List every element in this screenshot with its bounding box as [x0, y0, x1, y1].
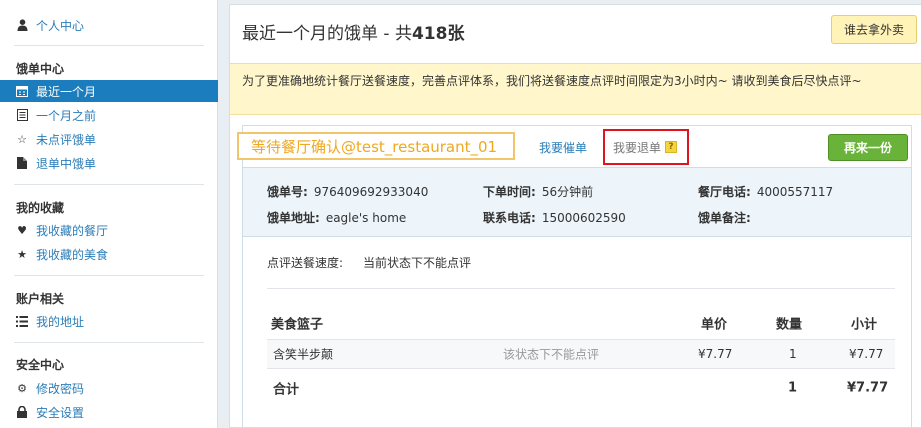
order-info: 饿单号: 976409692933040 下单时间: 56分钟前 餐厅电话: 4000… — [243, 167, 911, 237]
order-address-value: eagle's home — [325, 211, 407, 225]
sidebar-item-label: 修改密码 — [36, 381, 85, 396]
title-suffix: 张 — [447, 24, 465, 44]
order-time-value: 56分钟前 — [541, 185, 594, 199]
contact-phone: 联系电话: 15000602590 — [483, 209, 626, 226]
divider — [14, 342, 204, 343]
page-title: 最近一个月的饿单 - 共418张 — [242, 19, 464, 44]
sidebar-heading-orders: 饿单中心 — [0, 57, 218, 79]
section-heading: 安全中心 — [16, 357, 65, 372]
list-icon — [16, 109, 28, 121]
sidebar-item-label: 我的地址 — [36, 314, 85, 329]
order-count: 418 — [411, 24, 448, 44]
delivery-rating: 点评送餐速度: 当前状态下不能点评 — [267, 254, 471, 271]
order-time: 下单时间: 56分钟前 — [483, 183, 593, 200]
sidebar-heading-account: 账户相关 — [0, 287, 218, 309]
column-header-subtotal: 小计 — [851, 317, 878, 333]
item-subtotal: ¥7.77 — [849, 347, 884, 361]
item-price: ¥7.77 — [698, 347, 733, 361]
notice-banner: 为了更准确地统计餐厅送餐速度，完善点评体系，我们将送餐速度点评时间限定为3小时内… — [230, 63, 921, 115]
item-name: 含笑半步颠 — [273, 347, 334, 362]
delivery-rating-label: 点评送餐速度: — [267, 256, 344, 270]
lock-icon — [16, 406, 28, 418]
item-review-note: 该状态下不能点评 — [503, 347, 600, 362]
user-icon — [16, 19, 28, 31]
order-toolbar: 等待餐厅确认@test_restaurant_01 我要催单 我要退单 ? 再来… — [237, 126, 911, 166]
gear-icon: ⚙ — [17, 381, 27, 395]
restaurant-phone-value: 4000557117 — [756, 185, 834, 199]
sidebar-item-label: 个人中心 — [36, 18, 85, 33]
total-label: 合计 — [273, 382, 300, 398]
refund-order-link[interactable]: 我要退单 ? — [603, 129, 689, 165]
column-header-basket: 美食篮子 — [271, 317, 324, 333]
contact-phone-label: 联系电话: — [483, 211, 536, 225]
total-row: 合计 1 ¥7.77 — [267, 376, 895, 400]
page-root: 个人中心 饿单中心 最近一个月 一个月之前 ☆ 未点评饿单 退单中饿单 我的收藏… — [0, 0, 921, 428]
order-time-label: 下单时间: — [483, 185, 536, 199]
sidebar-item-fav-food[interactable]: ★ 我收藏的美食 — [0, 243, 218, 265]
sidebar-item-refunding[interactable]: 退单中饿单 — [0, 152, 218, 174]
order-number-label: 饿单号: — [267, 185, 308, 199]
column-header-price: 单价 — [701, 317, 728, 333]
order-number-value: 976409692933040 — [313, 185, 429, 199]
sidebar-item-user-center[interactable]: 个人中心 — [0, 14, 218, 36]
order-card: 等待餐厅确认@test_restaurant_01 我要催单 我要退单 ? 再来… — [237, 125, 912, 428]
main-panel: 最近一个月的饿单 - 共418张 谁去拿外卖 为了更准确地统计餐厅送餐速度，完善… — [229, 4, 921, 428]
star-icon: ★ — [17, 247, 27, 261]
divider — [267, 288, 895, 289]
sidebar: 个人中心 饿单中心 最近一个月 一个月之前 ☆ 未点评饿单 退单中饿单 我的收藏… — [0, 0, 218, 428]
basket-header: 美食篮子 单价 数量 小计 — [267, 311, 895, 335]
sidebar-item-unreviewed[interactable]: ☆ 未点评饿单 — [0, 128, 218, 150]
column-header-qty: 数量 — [776, 317, 803, 333]
divider — [14, 184, 204, 185]
sidebar-item-label: 安全设置 — [36, 405, 85, 420]
order-address-label: 饿单地址: — [267, 211, 320, 225]
contact-phone-value: 15000602590 — [541, 211, 626, 225]
sidebar-item-recent-month[interactable]: 最近一个月 — [0, 80, 218, 102]
who-picks-up-button[interactable]: 谁去拿外卖 — [831, 15, 917, 44]
divider — [14, 45, 204, 46]
table-row: 含笑半步颠 该状态下不能点评 ¥7.77 1 ¥7.77 — [267, 339, 895, 369]
sidebar-item-label: 我收藏的餐厅 — [36, 223, 109, 238]
calendar-icon — [16, 85, 28, 97]
item-qty: 1 — [789, 347, 797, 361]
restaurant-phone: 餐厅电话: 4000557117 — [698, 183, 833, 200]
help-icon[interactable]: ? — [665, 141, 678, 153]
total-amount: ¥7.77 — [847, 380, 889, 396]
title-text: 最近一个月的饿单 - 共 — [242, 24, 412, 44]
sidebar-heading-favorites: 我的收藏 — [0, 196, 218, 218]
section-heading: 账户相关 — [16, 291, 65, 306]
sidebar-item-security-settings[interactable]: 安全设置 — [0, 401, 218, 423]
sidebar-item-month-ago[interactable]: 一个月之前 — [0, 104, 218, 126]
order-remark-label: 饿单备注: — [698, 211, 751, 225]
document-icon — [16, 157, 28, 169]
order-number: 饿单号: 976409692933040 — [267, 183, 428, 200]
reorder-button[interactable]: 再来一份 — [828, 134, 908, 161]
sidebar-heading-security: 安全中心 — [0, 353, 218, 375]
sidebar-item-label: 退单中饿单 — [36, 156, 97, 171]
restaurant-phone-label: 餐厅电话: — [698, 185, 751, 199]
list-icon — [16, 315, 28, 327]
delivery-rating-value: 当前状态下不能点评 — [363, 256, 472, 270]
order-status: 等待餐厅确认@test_restaurant_01 — [237, 132, 515, 160]
section-heading: 饿单中心 — [16, 61, 65, 76]
sidebar-item-my-address[interactable]: 我的地址 — [0, 310, 218, 332]
heart-icon: ♥ — [17, 223, 27, 237]
sidebar-item-label: 一个月之前 — [36, 108, 97, 123]
sidebar-item-label: 最近一个月 — [36, 84, 97, 99]
refund-label: 我要退单 — [613, 140, 662, 155]
total-qty: 1 — [788, 380, 798, 396]
order-remark: 饿单备注: — [698, 209, 757, 226]
sidebar-item-fav-restaurants[interactable]: ♥ 我收藏的餐厅 — [0, 219, 218, 241]
divider — [14, 275, 204, 276]
sidebar-item-label: 我收藏的美食 — [36, 247, 109, 262]
section-heading: 我的收藏 — [16, 200, 65, 215]
star-outline-icon: ☆ — [17, 132, 27, 146]
sidebar-item-label: 未点评饿单 — [36, 132, 97, 147]
sidebar-item-change-password[interactable]: ⚙ 修改密码 — [0, 377, 218, 399]
urge-order-link[interactable]: 我要催单 — [539, 139, 587, 156]
order-address: 饿单地址: eagle's home — [267, 209, 406, 226]
